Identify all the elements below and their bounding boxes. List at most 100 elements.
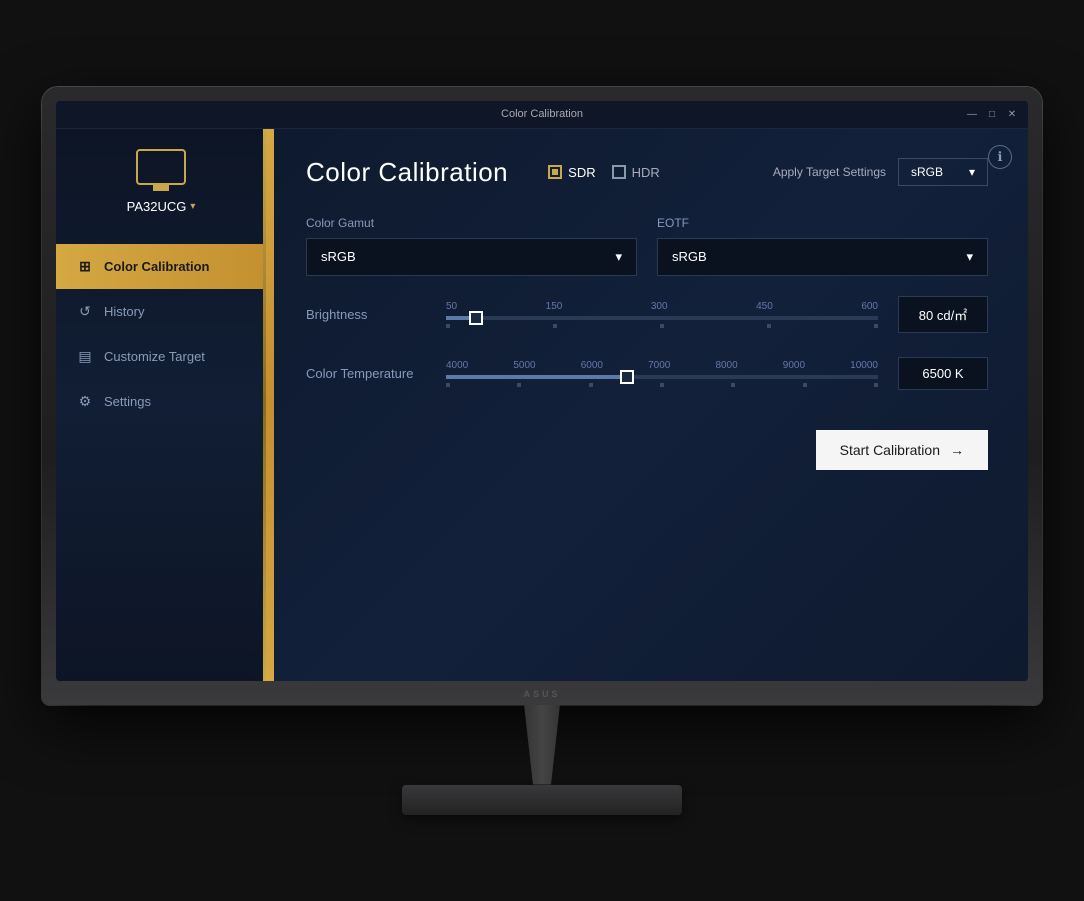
color-temperature-slider-track[interactable] <box>446 375 878 379</box>
minimize-button[interactable]: — <box>966 108 978 120</box>
apply-target-label: Apply Target Settings <box>773 165 886 179</box>
sidebar-item-color-calibration[interactable]: ⊞ Color Calibration <box>56 244 266 289</box>
brightness-dot-0 <box>446 324 450 328</box>
tab-hdr[interactable]: HDR <box>612 165 660 180</box>
apply-target-chevron-icon: ▾ <box>969 165 975 179</box>
color-temperature-slider-container: 4000 5000 6000 7000 8000 9000 10000 <box>446 360 878 387</box>
eotf-dropdown[interactable]: sRGB ▾ <box>657 238 988 276</box>
calibration-footer: Start Calibration → <box>306 430 988 470</box>
ct-dot-0 <box>446 383 450 387</box>
brightness-tick-2: 300 <box>651 301 668 312</box>
sidebar-item-customize-target[interactable]: ▤ Customize Target <box>56 334 266 379</box>
brightness-slider-track[interactable] <box>446 316 878 320</box>
content-header: Color Calibration SDR HDR <box>306 157 988 188</box>
sdr-checkbox-icon <box>548 165 562 179</box>
color-gamut-dropdown[interactable]: sRGB ▾ <box>306 238 637 276</box>
eotf-label: EOTF <box>657 216 988 230</box>
monitor-neck <box>512 705 572 785</box>
sdr-label: SDR <box>568 165 595 180</box>
color-calibration-icon: ⊞ <box>76 258 94 275</box>
ct-tick-0: 4000 <box>446 360 468 371</box>
color-temperature-value-display: 6500 K <box>898 357 988 390</box>
start-calibration-arrow-icon: → <box>950 442 964 458</box>
eotf-chevron-icon: ▾ <box>966 249 973 265</box>
color-gamut-group: Color Gamut sRGB ▾ <box>306 216 637 276</box>
maximize-button[interactable]: □ <box>986 108 998 120</box>
sidebar-item-settings[interactable]: ⚙ Settings <box>56 379 266 424</box>
color-temperature-row: Color Temperature 4000 5000 6000 7000 80… <box>306 357 988 390</box>
hdr-checkbox-icon <box>612 165 626 179</box>
color-temperature-track-filled <box>446 375 627 379</box>
ct-tick-3: 7000 <box>648 360 670 371</box>
title-bar-text: Color Calibration <box>501 108 583 120</box>
mode-tabs: SDR HDR <box>548 165 660 180</box>
sidebar-item-label-color-calibration: Color Calibration <box>104 259 209 274</box>
ct-dot-2 <box>589 383 593 387</box>
ct-tick-1: 5000 <box>513 360 535 371</box>
brightness-dot-4 <box>874 324 878 328</box>
color-temperature-label: Color Temperature <box>306 366 426 381</box>
brightness-tick-0: 50 <box>446 301 457 312</box>
brightness-value-display: 80 cd/㎡ <box>898 296 988 333</box>
form-row: Color Gamut sRGB ▾ EOTF sRGB ▾ <box>306 216 988 276</box>
history-icon: ↺ <box>76 303 94 320</box>
monitor-wrap: Color Calibration — □ ✕ PA32UCG ▾ <box>42 87 1042 815</box>
brightness-dot-3 <box>767 324 771 328</box>
gold-stripe <box>266 129 274 681</box>
brightness-row: Brightness 50 150 300 450 600 <box>306 296 988 333</box>
main-content: ℹ Color Calibration SDR HDR <box>266 129 1028 681</box>
ct-dot-3 <box>660 383 664 387</box>
color-temperature-dots <box>446 383 878 387</box>
device-icon <box>136 149 186 185</box>
brightness-dots <box>446 324 878 328</box>
apply-target-dropdown[interactable]: sRGB ▾ <box>898 158 988 186</box>
ct-dot-4 <box>731 383 735 387</box>
color-gamut-chevron-icon: ▾ <box>615 249 622 265</box>
customize-target-icon: ▤ <box>76 348 94 365</box>
sidebar-item-history[interactable]: ↺ History <box>56 289 266 334</box>
close-button[interactable]: ✕ <box>1006 108 1018 120</box>
brightness-tick-4: 600 <box>861 301 878 312</box>
brightness-thumb[interactable] <box>469 311 483 325</box>
sidebar: PA32UCG ▾ ⊞ Color Calibration ↺ History <box>56 129 266 681</box>
sidebar-item-label-history: History <box>104 304 144 319</box>
brightness-dot-1 <box>553 324 557 328</box>
monitor-bezel: Color Calibration — □ ✕ PA32UCG ▾ <box>42 87 1042 705</box>
brightness-tick-3: 450 <box>756 301 773 312</box>
eotf-group: EOTF sRGB ▾ <box>657 216 988 276</box>
page-title: Color Calibration <box>306 157 508 188</box>
app-layout: PA32UCG ▾ ⊞ Color Calibration ↺ History <box>56 129 1028 681</box>
color-gamut-value: sRGB <box>321 249 356 264</box>
start-calibration-button[interactable]: Start Calibration → <box>816 430 988 470</box>
brightness-ticks: 50 150 300 450 600 <box>446 301 878 312</box>
start-calibration-label: Start Calibration <box>840 442 940 458</box>
ct-dot-1 <box>517 383 521 387</box>
color-gamut-label: Color Gamut <box>306 216 637 230</box>
sidebar-nav: ⊞ Color Calibration ↺ History ▤ Customiz… <box>56 244 266 424</box>
device-name-text: PA32UCG <box>127 199 187 214</box>
device-chevron-icon[interactable]: ▾ <box>190 201 195 212</box>
sidebar-item-label-settings: Settings <box>104 394 151 409</box>
brightness-slider-container: 50 150 300 450 600 <box>446 301 878 328</box>
ct-tick-4: 8000 <box>715 360 737 371</box>
monitor-base <box>402 785 682 815</box>
monitor-screen: Color Calibration — □ ✕ PA32UCG ▾ <box>56 101 1028 681</box>
ct-tick-2: 6000 <box>581 360 603 371</box>
brightness-tick-1: 150 <box>546 301 563 312</box>
info-button[interactable]: ℹ <box>988 145 1012 169</box>
apply-target-row: Apply Target Settings sRGB ▾ <box>773 158 988 186</box>
color-temperature-thumb[interactable] <box>620 370 634 384</box>
sidebar-item-label-customize-target: Customize Target <box>104 349 205 364</box>
tab-sdr[interactable]: SDR <box>548 165 595 180</box>
ct-dot-5 <box>803 383 807 387</box>
apply-target-value: sRGB <box>911 165 943 179</box>
settings-icon: ⚙ <box>76 393 94 410</box>
title-bar: Color Calibration — □ ✕ <box>56 101 1028 129</box>
ct-tick-5: 9000 <box>783 360 805 371</box>
eotf-value: sRGB <box>672 249 707 264</box>
ct-dot-6 <box>874 383 878 387</box>
ct-tick-6: 10000 <box>850 360 878 371</box>
color-temperature-ticks: 4000 5000 6000 7000 8000 9000 10000 <box>446 360 878 371</box>
title-bar-controls: — □ ✕ <box>966 108 1018 120</box>
brightness-label: Brightness <box>306 307 426 322</box>
